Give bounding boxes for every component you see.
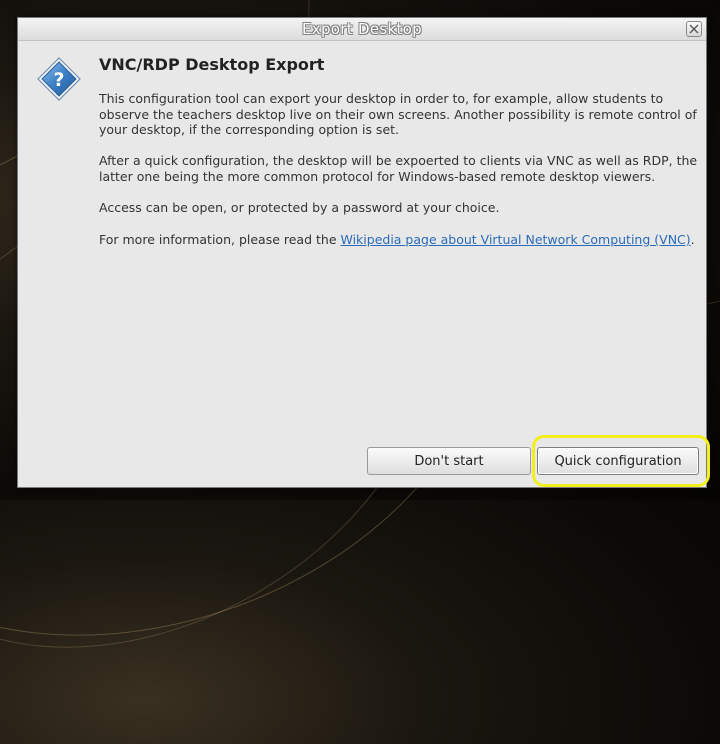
close-button[interactable] (686, 21, 702, 37)
dialog-heading: VNC/RDP Desktop Export (99, 55, 325, 74)
wikipedia-vnc-link[interactable]: Wikipedia page about Virtual Network Com… (341, 232, 691, 247)
question-icon: ? (37, 57, 81, 101)
info-text: For more information, please read the (99, 232, 341, 247)
window-title: Export Desktop (302, 20, 422, 38)
access-paragraph: Access can be open, or protected by a pa… (99, 200, 500, 215)
export-desktop-dialog: Export Desktop ? VNC/RDP Desktop Export … (17, 17, 710, 488)
close-icon (689, 24, 699, 34)
svg-text:?: ? (53, 69, 64, 91)
title-bar[interactable]: Export Desktop (18, 18, 706, 41)
intro-paragraph: This configuration tool can export your … (99, 91, 697, 137)
info-text-end: . (690, 232, 695, 247)
info-paragraph: For more information, please read the Wi… (99, 232, 699, 248)
quick-configuration-button[interactable]: Quick configuration (537, 447, 699, 475)
configuration-paragraph: After a quick configuration, the desktop… (99, 153, 698, 184)
dont-start-button[interactable]: Don't start (367, 447, 531, 475)
